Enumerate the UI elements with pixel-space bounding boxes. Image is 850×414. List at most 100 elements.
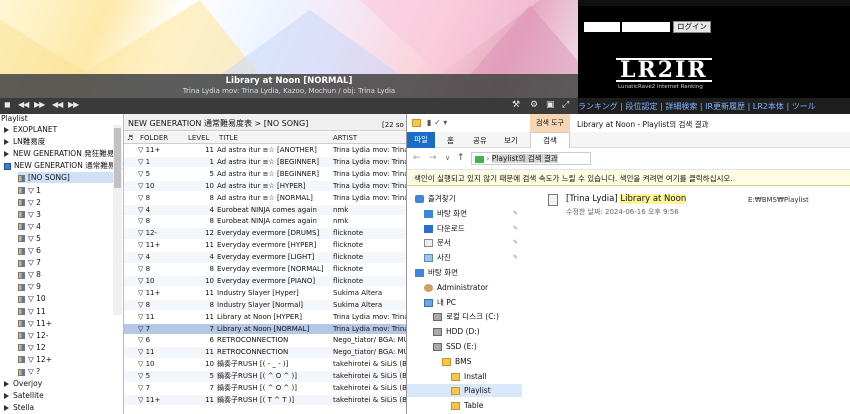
nav-item[interactable]: Table — [407, 399, 522, 412]
song-row[interactable]: ▽ 8 8 Ad astra itur ≡☆ [NORMAL] Trina Lydia… — [124, 193, 406, 204]
tools-icon[interactable]: ⚒ — [512, 100, 520, 110]
song-row[interactable]: ▽ 5 5 鍋奏子RUSH [( ^ O ^ )] takehirotei & SiL… — [124, 371, 406, 382]
nav-item[interactable]: 사진 ✎ — [407, 251, 522, 264]
song-row[interactable]: ▽ 10 10 Ad astra itur ≡☆ [HYPER] Trina Lydi… — [124, 180, 406, 192]
nav-item[interactable]: 다운로드 ✎ — [407, 222, 522, 235]
search-tools-tab[interactable]: 검색 도구 — [530, 114, 570, 132]
id-input[interactable] — [584, 22, 620, 32]
song-row[interactable]: ▽ 11+ 11 鍋奏子RUSH [( T ^ T )] takehirotei & … — [124, 394, 406, 406]
tree-item[interactable]: ▽ 4 — [18, 221, 120, 232]
nav-item[interactable]: SSD (E:) — [407, 340, 522, 353]
song-row[interactable]: ▽ 8 8 Everyday evermore [NORMAL] flicknote — [124, 264, 406, 275]
pin-icon[interactable]: ✎ — [513, 207, 518, 220]
nav-item[interactable]: BMS — [407, 355, 522, 368]
song-row[interactable]: ▽ 12- 12 Everyday evermore [DRUMS] flicknot… — [124, 228, 406, 239]
nav-item[interactable]: Install — [407, 370, 522, 383]
song-row[interactable]: ▽ 4 4 Everyday evermore [LIGHT] flicknote — [124, 252, 406, 263]
tab-search[interactable]: 검색 — [530, 132, 570, 148]
nav-item[interactable]: 문서 ✎ — [407, 236, 522, 249]
song-row[interactable]: ▽ 11+ 11 Everyday evermore [HYPER] flicknot… — [124, 240, 406, 251]
tree-item[interactable]: ▽ 7 — [18, 257, 120, 268]
song-row[interactable]: ▽ 8 8 Industry Slayer [Normal] Sukima Alter… — [124, 299, 406, 311]
nav-item[interactable]: 즐겨찾기 — [407, 192, 522, 205]
song-row[interactable]: ▽ 5 5 Ad astra itur ≡☆ [BEGINNER] Trina Lyd… — [124, 169, 406, 180]
password-input[interactable] — [622, 22, 670, 32]
gear-icon[interactable]: ⚙ — [530, 100, 538, 110]
tree-item[interactable]: LN難易度 — [4, 136, 120, 147]
index-info-bar[interactable]: 색인이 실행되고 있지 않기 때문에 검색 속도가 느릴 수 있습니다. 색인을… — [407, 170, 850, 186]
tab-view[interactable]: 보기 — [504, 135, 518, 146]
tab-home[interactable]: 홈 — [447, 135, 454, 146]
tree-item[interactable]: Stella — [4, 402, 120, 413]
song-row[interactable]: ▽ 10 10 鍋奏子RUSH [( - _ - )] takehirotei & S… — [124, 359, 406, 370]
nav-item-label: 바탕 화면 — [437, 208, 467, 218]
up-icon[interactable]: ↑ — [457, 153, 465, 163]
tree-item[interactable]: Satellite — [4, 390, 120, 401]
download-icon — [424, 224, 433, 233]
tree-item[interactable]: [NO SONG] — [18, 172, 120, 184]
next-button[interactable]: ▶▶ — [68, 100, 79, 109]
forward-icon[interactable]: → — [429, 153, 437, 163]
col-title[interactable]: TITLE — [219, 134, 238, 142]
tree-item[interactable]: ▽ 8 — [18, 269, 120, 280]
resize-icon[interactable]: ⤢ — [562, 100, 569, 110]
address-bar[interactable]: › Playlist의 검색 결과 — [471, 152, 591, 165]
song-row[interactable]: ▽ 1 1 Ad astra itur ≡☆ [BEGINNER] Trina Lyd… — [124, 156, 406, 168]
tree-item[interactable]: ▽ 3 — [18, 209, 120, 220]
tree-item[interactable]: ▽ 9 — [18, 281, 120, 292]
song-row[interactable]: ▽ 7 7 Library at Noon [NORMAL] Trina Lydia … — [124, 323, 406, 334]
nav-item[interactable]: Administrator — [407, 281, 522, 294]
col-folder[interactable]: FOLDER — [140, 134, 168, 142]
nav-item[interactable]: 바탕 화면 ✎ — [407, 207, 522, 220]
pin-icon[interactable]: ✎ — [513, 222, 518, 235]
tree-item[interactable]: NEW GENERATION 発狂難易度 — [4, 148, 122, 159]
tree-item[interactable]: ▽ 12- — [18, 330, 120, 341]
stop-button[interactable]: ◼ — [4, 100, 11, 109]
tree-item[interactable]: ▽ 11 — [18, 306, 120, 317]
song-row[interactable]: ▽ 4 4 Eurobeat NINJA comes again nmk — [124, 204, 406, 215]
song-row[interactable]: ▽ 8 8 Eurobeat NINJA comes again nmk — [124, 216, 406, 227]
tab-file[interactable]: 파일 — [407, 132, 435, 148]
tree-item[interactable]: Overjoy — [4, 378, 120, 389]
song-row[interactable]: ▽ 6 6 RETROCONNECTION Nego_tiator/ BGA: MU — [124, 335, 406, 346]
nav-item[interactable]: 로컬 디스크 (C:) — [407, 310, 522, 323]
song-row[interactable]: ▽ 11 11 RETROCONNECTION Nego_tiator/ BGA: M… — [124, 347, 406, 358]
tree-item[interactable]: ▽ 12 — [18, 342, 120, 353]
song-row[interactable]: ▽ 10 10 Everyday evermore [PIANO] flicknote — [124, 275, 406, 287]
song-row[interactable]: ▽ 11 11 Library at Noon [HYPER] Trina Lydia… — [124, 312, 406, 323]
col-level[interactable]: LEVEL — [188, 134, 209, 142]
song-row[interactable]: ▽ 7 7 鍋奏子RUSH [( ^ O ^ )] takehirotei & SiL… — [124, 383, 406, 394]
chevron-down-icon[interactable]: ∨ — [445, 154, 450, 162]
window-icon[interactable]: ▣ — [546, 100, 555, 110]
tree-item[interactable]: ▽ 6 — [18, 245, 120, 256]
pin-icon[interactable]: ✎ — [513, 236, 518, 249]
tree-item[interactable]: ▽ ? — [18, 366, 120, 377]
tree-item[interactable]: ▽ 5 — [18, 233, 120, 244]
tree-item[interactable]: NEW GENERATION 通常難易度 — [4, 160, 123, 171]
forward-button[interactable]: ▶▶ — [34, 100, 45, 109]
tree-item[interactable]: ▽ 10 — [18, 293, 120, 304]
tree-item[interactable]: EXOPLANET — [4, 124, 120, 135]
song-row[interactable]: ▽ 11+ 11 Industry Slayer [Hyper] Sukima Alt… — [124, 288, 406, 299]
col-artist[interactable]: ARTIST — [333, 134, 357, 142]
song-row[interactable]: ▽ 11+ 11 Ad astra itur ≡☆ [ANOTHER] Trina L… — [124, 145, 406, 156]
pin-icon[interactable]: ✎ — [513, 251, 518, 264]
result-name-highlight: Library at Noon — [620, 194, 687, 204]
nav-item[interactable]: HDD (D:) — [407, 325, 522, 338]
lr2ir-nav[interactable]: ランキング | 段位認定 | 詳細検索 | IR更新履歴 | LR2本体 | ツ… — [578, 98, 850, 114]
tree-item[interactable]: ▽ 12+ — [18, 354, 120, 365]
tree-item[interactable]: ▽ 11+ — [18, 318, 120, 329]
tree-item[interactable]: ▽ 2 — [18, 197, 120, 208]
result-item[interactable]: [Trina Lydia] Library at Noon — [566, 194, 687, 204]
prev-button[interactable]: ◀◀ — [52, 100, 63, 109]
login-button[interactable]: ログイン — [673, 21, 711, 33]
quick-access-icons[interactable]: ▮ ✓ ▾ — [427, 118, 447, 127]
nav-item[interactable]: 내 PC — [407, 296, 522, 309]
tree-item[interactable]: ▽ 1 — [18, 185, 120, 196]
nav-item[interactable]: 바탕 화면 — [407, 266, 522, 279]
tab-share[interactable]: 공유 — [473, 135, 487, 146]
nav-item[interactable]: Playlist — [407, 384, 522, 398]
rewind-button[interactable]: ◀◀ — [18, 100, 29, 109]
back-icon[interactable]: ← — [413, 153, 421, 163]
sidebar-scroll-thumb[interactable] — [114, 128, 121, 188]
